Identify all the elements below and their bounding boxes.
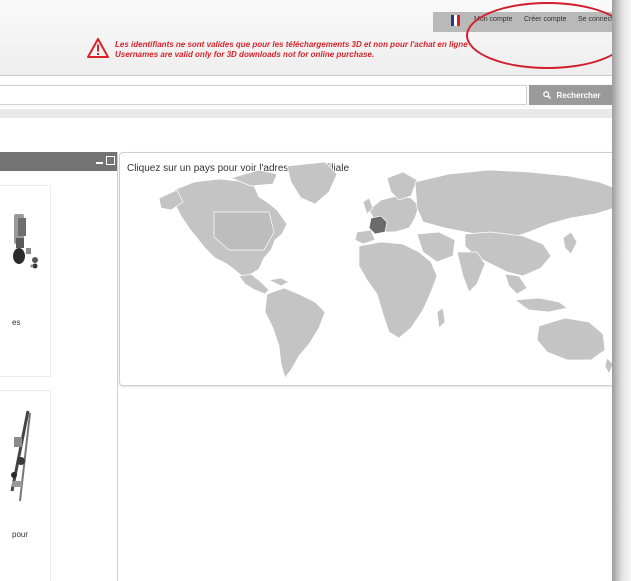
product-image [13,214,38,269]
warning-line-en: Usernames are valid only for 3D download… [115,50,375,59]
search-button-label: Rechercher [556,90,601,100]
warning-triangle-icon [87,38,109,58]
content-top-band [0,109,615,118]
maximize-icon[interactable] [106,156,115,165]
page: Mon compte Créer compte Se connect Les i… [0,0,615,581]
country-shape[interactable] [536,317,606,361]
product-card[interactable] [0,185,51,377]
page-edge-shadow [612,0,631,581]
country-shape[interactable] [436,307,446,329]
country-shape[interactable] [264,287,326,379]
product-label: es [12,318,21,327]
account-links-highlight [466,2,615,69]
search-input[interactable] [0,85,527,105]
product-label: pour [12,530,29,539]
country-shape[interactable] [414,169,615,239]
search-icon [543,91,552,99]
country-shape[interactable] [504,273,528,295]
country-shape[interactable] [286,161,338,205]
country-shape[interactable] [267,277,290,287]
country-shape[interactable] [354,229,376,245]
country-shape[interactable] [358,241,438,339]
product-image [10,410,31,502]
country-shape[interactable] [562,231,578,255]
country-shape[interactable] [386,171,418,201]
country-shape[interactable] [514,297,568,313]
minimize-icon[interactable] [96,162,103,164]
login-warning-text: Les identifiants ne sont valides que pou… [115,40,468,60]
flag-red-stripe [457,15,460,26]
world-map [158,161,615,379]
country-shape[interactable] [456,251,486,293]
warning-line-fr: Les identifiants ne sont valides que pou… [115,40,468,49]
search-button[interactable]: Rechercher [529,85,615,105]
country-shape[interactable] [213,211,275,251]
product-card[interactable] [0,390,51,581]
country-shape[interactable] [238,273,270,295]
language-flag-icon[interactable] [451,15,460,26]
